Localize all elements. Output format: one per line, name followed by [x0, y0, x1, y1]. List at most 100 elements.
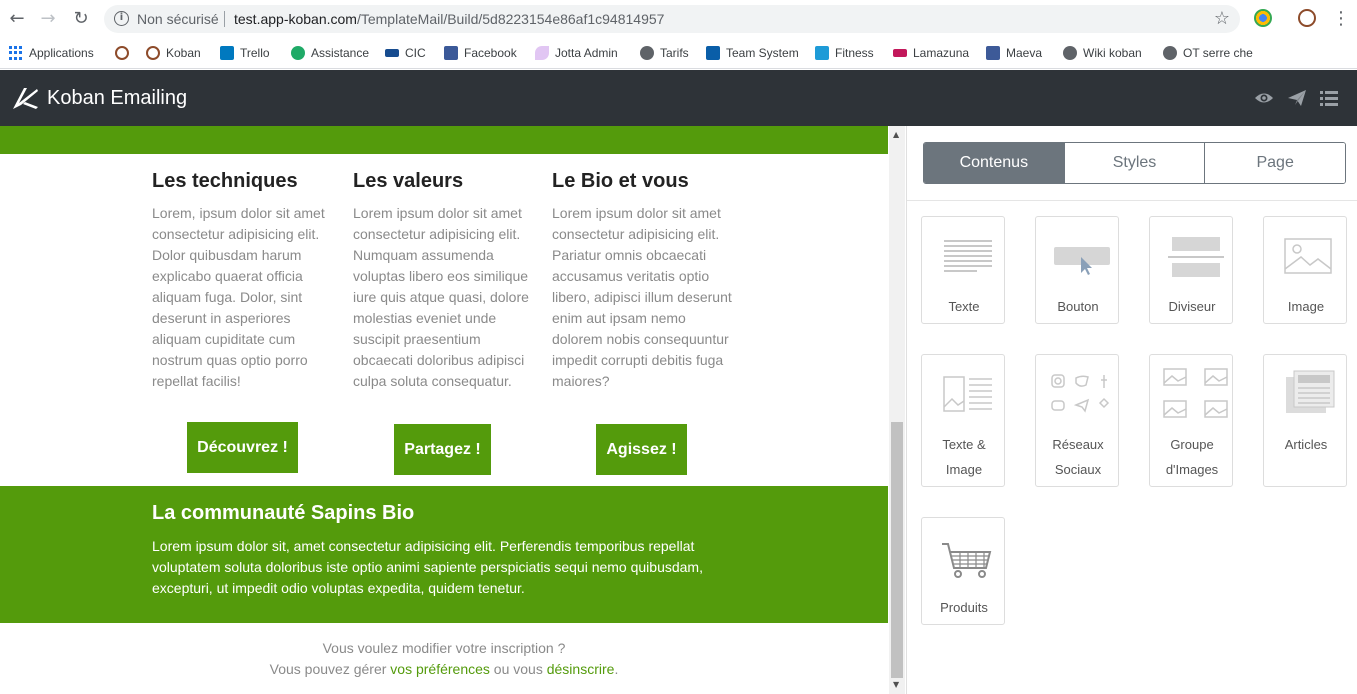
cart-block-icon — [942, 543, 992, 578]
apps-icon — [9, 46, 23, 60]
community-title: La communauté Sapins Bio — [152, 502, 415, 524]
trello-icon — [220, 46, 234, 60]
column-text: Lorem ipsum dolor sit amet consectetur a… — [552, 205, 732, 389]
url-host: test.app-koban.com — [234, 11, 357, 27]
url-text[interactable]: test.app-koban.com/TemplateMail/Build/5d… — [234, 11, 664, 27]
bookmark-koban-icon-only[interactable] — [115, 44, 135, 62]
app-title: Koban Emailing — [47, 87, 188, 109]
globe-icon — [1063, 46, 1077, 60]
column-title: Le Bio et vous — [552, 170, 689, 192]
bookmark-fitness[interactable]: Fitness — [815, 44, 874, 62]
headset-icon — [291, 46, 305, 60]
scroll-up-icon[interactable]: ▲ — [893, 130, 899, 139]
facebook-icon — [444, 46, 458, 60]
maeva-icon — [986, 46, 1000, 60]
bookmark-maeva[interactable]: Maeva — [986, 44, 1042, 62]
security-label[interactable]: Non sécurisé — [137, 11, 219, 27]
block-label: Produits — [940, 600, 988, 615]
block-groupe-images[interactable]: Groupe d'Images — [1149, 354, 1233, 487]
scroll-thumb[interactable] — [891, 422, 903, 678]
block-image[interactable]: Image — [1263, 216, 1347, 324]
fitness-icon — [815, 46, 829, 60]
preferences-link[interactable]: vos préférences — [390, 661, 490, 677]
back-icon[interactable]: ← — [6, 8, 28, 30]
koban-extension-icon[interactable] — [1298, 9, 1316, 27]
bookmark-assistance[interactable]: Assistance — [291, 44, 369, 62]
bookmark-cic[interactable]: CIC — [385, 44, 426, 62]
jotta-icon — [535, 46, 549, 60]
bookmark-facebook[interactable]: Facebook — [444, 44, 517, 62]
block-label-line-1: Groupe — [1170, 437, 1214, 452]
text-block-icon — [944, 240, 992, 272]
block-label: Image — [1287, 299, 1325, 314]
column-valeurs[interactable]: Les valeurs Lorem ipsum dolor sit amet c… — [353, 170, 533, 392]
star-icon[interactable]: ☆ — [1214, 8, 1230, 29]
preview-scrollbar[interactable]: ▲ ▼ — [889, 126, 905, 694]
agissez-button[interactable]: Agissez ! — [596, 424, 687, 475]
bookmark-ot-serre-che[interactable]: OT serre che — [1163, 44, 1253, 62]
block-label-line-2: Sociaux — [1054, 462, 1102, 477]
bookmark-wiki-koban[interactable]: Wiki koban — [1063, 44, 1142, 62]
bookmark-jotta-admin[interactable]: Jotta Admin — [535, 44, 618, 62]
unsubscribe-link[interactable]: désinscrire — [547, 661, 615, 677]
block-produits[interactable]: Produits — [921, 517, 1005, 625]
send-icon[interactable] — [1287, 89, 1307, 107]
tab-page[interactable]: Page — [1204, 143, 1345, 183]
address-bar[interactable]: i Non sécurisé test.app-koban.com/Templa… — [104, 5, 1240, 33]
tab-styles[interactable]: Styles — [1063, 143, 1205, 183]
image-block-icon — [1284, 238, 1332, 274]
button-block-icon — [1054, 247, 1110, 275]
eye-icon[interactable] — [1254, 89, 1274, 107]
koban-icon — [115, 46, 129, 60]
bookmark-trello[interactable]: Trello — [220, 44, 270, 62]
block-label-line-2: d'Images — [1165, 462, 1219, 477]
bookmark-lamazuna[interactable]: Lamazuna — [893, 44, 969, 62]
bookmark-koban[interactable]: Koban — [146, 44, 201, 62]
block-label: Diviseur — [1168, 299, 1216, 314]
bookmark-tarifs[interactable]: Tarifs — [640, 44, 689, 62]
footer-line-2: Vous pouvez gérer vos préférences ou vou… — [269, 661, 619, 677]
list-icon[interactable] — [1319, 89, 1339, 107]
address-separator — [224, 11, 225, 27]
koban-icon — [146, 46, 160, 60]
block-texte-image[interactable]: Texte & Image — [921, 354, 1005, 487]
reload-icon[interactable]: ↻ — [70, 8, 92, 30]
decouvrez-button[interactable]: Découvrez ! — [187, 422, 298, 473]
builder-panel: Contenus Styles Page Texte Bouton Divise — [906, 126, 1357, 694]
email-footer: Vous voulez modifier votre inscription ?… — [0, 638, 888, 680]
browser-toolbar: ← → ↻ i Non sécurisé test.app-koban.com/… — [0, 0, 1357, 38]
block-bouton[interactable]: Bouton — [1035, 216, 1119, 324]
bookmark-team-system[interactable]: Team System — [706, 44, 799, 62]
lamazuna-icon — [893, 49, 907, 57]
bookmarks-bar: Applications Koban Trello Assistance CIC… — [0, 38, 1357, 69]
tab-contenus[interactable]: Contenus — [924, 143, 1064, 183]
extension-icon[interactable] — [1254, 9, 1272, 27]
column-bio[interactable]: Le Bio et vous Lorem ipsum dolor sit ame… — [552, 170, 732, 392]
block-label: Articles — [1284, 437, 1328, 452]
scroll-down-icon[interactable]: ▼ — [893, 680, 899, 689]
info-icon[interactable]: i — [114, 11, 129, 26]
menu-icon[interactable]: ⋮ — [1332, 8, 1350, 30]
articles-block-icon — [1286, 370, 1335, 413]
footer-line-1: Vous voulez modifier votre inscription ? — [322, 640, 566, 656]
panel-tabs: Contenus Styles Page — [923, 142, 1346, 184]
divider-block-icon — [1168, 237, 1224, 277]
community-section[interactable]: La communauté Sapins Bio Lorem ipsum dol… — [0, 486, 888, 623]
email-preview[interactable]: Les techniques Lorem, ipsum dolor sit am… — [0, 126, 888, 694]
block-diviseur[interactable]: Diviseur — [1149, 216, 1233, 324]
community-text: Lorem ipsum dolor sit, amet consectetur … — [152, 538, 703, 596]
column-title: Les valeurs — [353, 170, 464, 192]
block-articles[interactable]: Articles — [1263, 354, 1347, 487]
block-label-line-1: Texte & — [942, 437, 986, 452]
block-reseaux-sociaux[interactable]: Réseaux Sociaux — [1035, 354, 1119, 487]
column-techniques[interactable]: Les techniques Lorem, ipsum dolor sit am… — [152, 170, 332, 392]
block-label: Bouton — [1057, 299, 1099, 314]
image-group-block-icon — [1163, 368, 1228, 418]
forward-icon[interactable]: → — [37, 8, 59, 30]
globe-icon — [1163, 46, 1177, 60]
social-block-icon — [1051, 374, 1110, 413]
partagez-button[interactable]: Partagez ! — [394, 424, 491, 475]
block-texte[interactable]: Texte — [921, 216, 1005, 324]
bookmark-applications[interactable]: Applications — [9, 44, 94, 62]
block-label-line-1: Réseaux — [1052, 437, 1104, 452]
